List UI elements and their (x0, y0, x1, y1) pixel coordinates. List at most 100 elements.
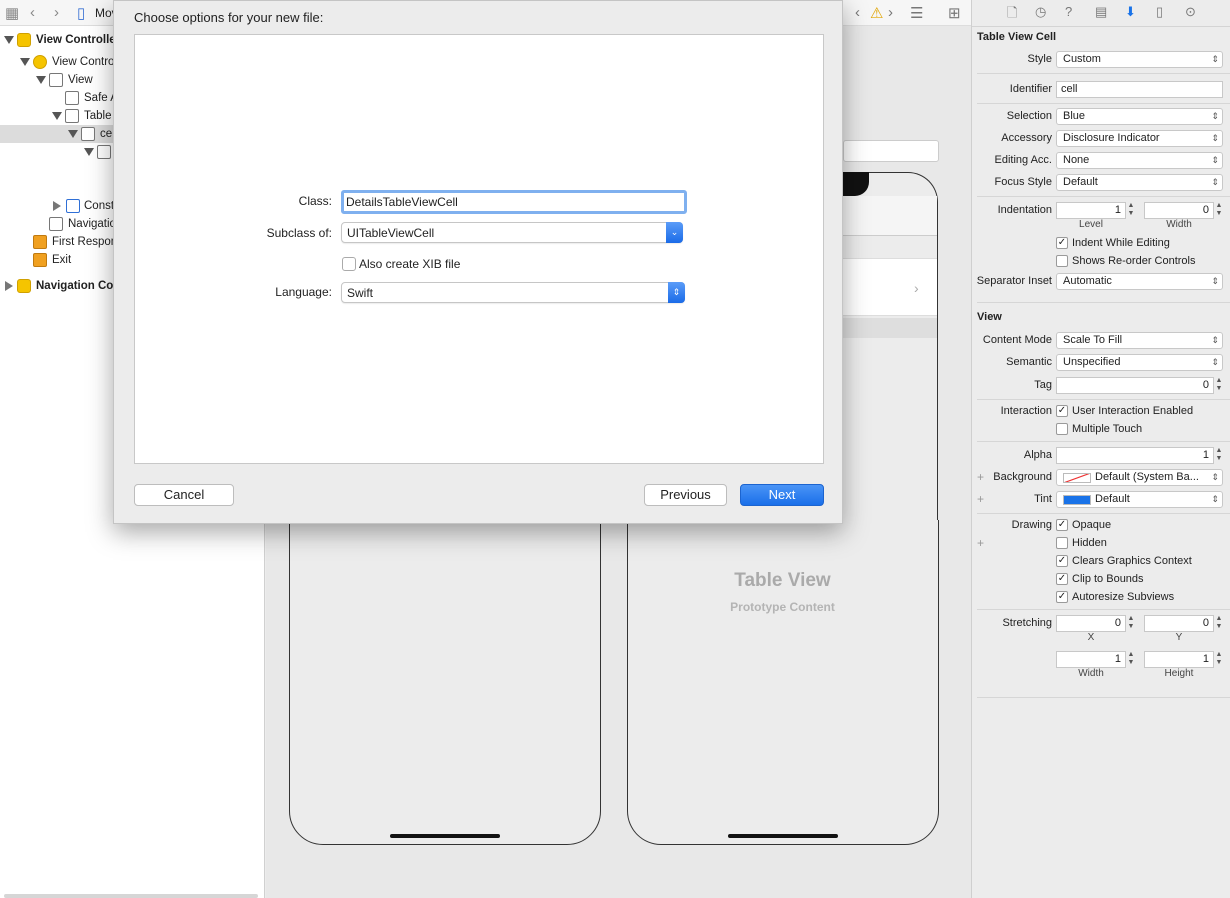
language-popup[interactable]: Swift ⇕ (341, 282, 685, 303)
indentation-width-field[interactable]: 0 (1144, 202, 1214, 219)
disclosure-triangle-icon[interactable] (84, 148, 94, 156)
connections-inspector-icon[interactable]: ⊙ (1185, 4, 1196, 20)
tag-field[interactable]: 0 (1056, 377, 1214, 394)
stretch-x-stepper[interactable]: ▲ ▼ (1126, 615, 1136, 632)
separator-inset-popup[interactable]: Automatic ⇕ (1056, 273, 1223, 290)
disclosure-triangle-icon[interactable] (53, 201, 61, 211)
accessory-value: Disclosure Indicator (1063, 132, 1160, 144)
stretch-y-field[interactable]: 0 (1144, 615, 1214, 632)
alpha-field[interactable]: 1 (1056, 447, 1214, 464)
focus-style-popup[interactable]: Default ⇕ (1056, 174, 1223, 191)
scene-icon (17, 33, 31, 47)
view-controller-icon (33, 55, 47, 69)
class-label: Class: (298, 194, 332, 208)
previous-button[interactable]: Previous (644, 484, 727, 506)
attributes-inspector-icon[interactable]: ⬇ (1125, 4, 1136, 20)
selection-popup[interactable]: Blue ⇕ (1056, 108, 1223, 125)
style-popup[interactable]: Custom ⇕ (1056, 51, 1223, 68)
clears-graphics-checkbox[interactable]: ✓ (1056, 555, 1068, 567)
stretch-height-stepper[interactable]: ▲ ▼ (1214, 651, 1224, 668)
back-arrow-icon[interactable]: ‹ (30, 4, 35, 21)
accessory-popup[interactable]: Disclosure Indicator ⇕ (1056, 130, 1223, 147)
background-value: Default (System Ba... (1095, 471, 1199, 483)
up-down-arrows-icon: ⇕ (1211, 357, 1219, 367)
up-down-arrows-icon: ⇕ (1211, 494, 1219, 504)
add-variation-icon[interactable]: + (977, 536, 984, 550)
divider (977, 513, 1230, 514)
size-inspector-icon[interactable]: ▯ (1156, 4, 1163, 20)
stretch-x-field[interactable]: 0 (1056, 615, 1126, 632)
class-name-input[interactable] (341, 190, 687, 214)
disclosure-triangle-icon[interactable] (68, 130, 78, 138)
up-down-arrows-icon: ⇕ (1211, 276, 1219, 286)
multiple-touch-label: Multiple Touch (1072, 423, 1143, 435)
indentation-level-stepper[interactable]: ▲ ▼ (1126, 202, 1136, 219)
home-indicator (390, 834, 500, 838)
hidden-label: Hidden (1072, 537, 1107, 549)
navigator-scrollbar[interactable] (4, 894, 258, 898)
multiple-touch-checkbox[interactable] (1056, 423, 1068, 435)
shows-reorder-checkbox[interactable] (1056, 255, 1068, 267)
history-inspector-icon[interactable]: ◷ (1035, 4, 1046, 20)
divider (977, 697, 1230, 698)
disclosure-triangle-icon[interactable] (52, 112, 62, 120)
stretch-height-field[interactable]: 1 (1144, 651, 1214, 668)
next-button[interactable]: Next (740, 484, 824, 506)
indentation-level-field[interactable]: 1 (1056, 202, 1126, 219)
grid-icon[interactable]: ▦ (5, 4, 19, 22)
identity-inspector-icon[interactable]: ▤ (1095, 4, 1107, 20)
hidden-checkbox[interactable] (1056, 537, 1068, 549)
semantic-popup[interactable]: Unspecified ⇕ (1056, 354, 1223, 371)
autoresize-label: Autoresize Subviews (1072, 591, 1175, 603)
content-mode-popup[interactable]: Scale To Fill ⇕ (1056, 332, 1223, 349)
warning-icon[interactable]: ⚠ (870, 4, 883, 22)
indent-while-editing-checkbox[interactable]: ✓ (1056, 237, 1068, 249)
user-interaction-checkbox[interactable]: ✓ (1056, 405, 1068, 417)
background-popup[interactable]: Default (System Ba... ⇕ (1056, 469, 1223, 486)
style-value: Custom (1063, 53, 1101, 65)
disclosure-triangle-icon[interactable] (4, 36, 14, 44)
height-caption: Height (1164, 668, 1194, 679)
previous-issue-icon[interactable]: ‹ (855, 4, 860, 21)
tint-value: Default (1095, 493, 1130, 505)
disclosure-triangle-icon[interactable] (5, 281, 13, 291)
file-inspector-icon[interactable]: 🗋 (1007, 4, 1017, 26)
stretch-width-field[interactable]: 1 (1056, 651, 1126, 668)
identifier-field[interactable]: cell (1056, 81, 1223, 98)
prototype-cell[interactable] (843, 258, 937, 316)
disclosure-triangle-icon[interactable] (36, 76, 46, 84)
alpha-stepper[interactable]: ▲ ▼ (1214, 447, 1224, 464)
cancel-button[interactable]: Cancel (134, 484, 234, 506)
lines-icon[interactable]: ☰ (910, 4, 923, 22)
identifier-label: Identifier (1009, 83, 1052, 95)
editing-accessory-popup[interactable]: None ⇕ (1056, 152, 1223, 169)
disclosure-triangle-icon[interactable] (20, 58, 30, 66)
stretching-label: Stretching (1002, 617, 1052, 629)
home-indicator (728, 834, 838, 838)
tint-popup[interactable]: Default ⇕ (1056, 491, 1223, 508)
tree-label: Const (84, 200, 115, 212)
indentation-width-stepper[interactable]: ▲ ▼ (1214, 202, 1224, 219)
up-down-arrows-icon[interactable]: ⇕ (668, 282, 685, 303)
alpha-label: Alpha (1023, 449, 1052, 461)
also-create-xib-checkbox[interactable] (342, 257, 356, 271)
next-issue-icon[interactable]: › (888, 4, 893, 21)
canvas-search-field[interactable] (843, 140, 939, 162)
table-cell-icon (81, 127, 95, 141)
chevron-down-icon[interactable]: ⌄ (666, 222, 683, 243)
editing-accessory-label: Editing Acc. (994, 154, 1052, 166)
clip-to-bounds-checkbox[interactable]: ✓ (1056, 573, 1068, 585)
autoresize-checkbox[interactable]: ✓ (1056, 591, 1068, 603)
opaque-checkbox[interactable]: ✓ (1056, 519, 1068, 531)
forward-arrow-icon[interactable]: › (54, 4, 59, 21)
subclass-combo-box[interactable]: UITableViewCell ⌄ (341, 222, 683, 243)
device-frame-right (627, 520, 939, 845)
add-editor-icon[interactable]: ⊞ (948, 4, 961, 22)
tag-stepper[interactable]: ▲ ▼ (1214, 377, 1224, 394)
editing-accessory-value: None (1063, 154, 1090, 166)
stretch-y-stepper[interactable]: ▲ ▼ (1214, 615, 1224, 632)
divider (977, 196, 1230, 197)
stretch-width-stepper[interactable]: ▲ ▼ (1126, 651, 1136, 668)
help-inspector-icon[interactable]: ? (1065, 4, 1072, 19)
divider (977, 103, 1230, 104)
